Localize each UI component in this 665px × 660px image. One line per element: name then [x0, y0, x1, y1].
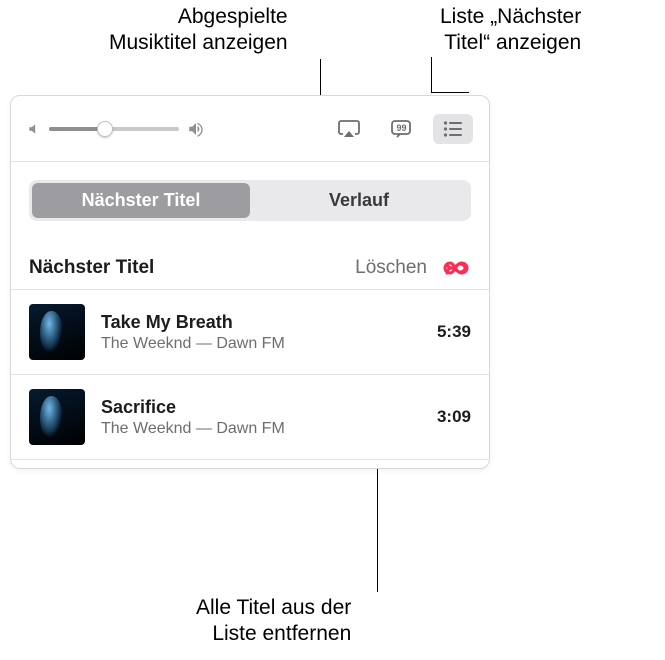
tab-history[interactable]: Verlauf: [250, 183, 468, 218]
leader-line: [431, 57, 432, 92]
volume-control[interactable]: [27, 120, 205, 138]
clear-button[interactable]: Löschen: [355, 257, 427, 279]
volume-high-icon: [187, 120, 205, 138]
callout-upnext-list: Liste „Nächster Titel“ anzeigen: [440, 4, 581, 57]
track-subtitle: The Weeknd — Dawn FM: [101, 420, 421, 438]
svg-text:99: 99: [397, 123, 407, 133]
volume-low-icon: [27, 122, 41, 136]
track-row[interactable]: Take My Breath The Weeknd — Dawn FM 5:39: [11, 290, 489, 375]
album-art: [29, 389, 85, 445]
leader-line: [431, 92, 469, 93]
track-duration: 5:39: [437, 322, 471, 342]
section-header: Nächster Titel Löschen: [11, 221, 489, 290]
track-row[interactable]: Sacrifice The Weeknd — Dawn FM 3:09: [11, 375, 489, 460]
segmented-control: Nächster Titel Verlauf: [29, 180, 471, 221]
callout-clear: Alle Titel aus der Liste entfernen: [196, 595, 351, 648]
volume-slider[interactable]: [49, 127, 179, 131]
toolbar: 99: [11, 96, 489, 161]
callout-history: Abgespielte Musiktitel anzeigen: [109, 4, 288, 57]
airplay-button[interactable]: [329, 114, 369, 144]
infinity-icon[interactable]: [441, 258, 471, 278]
upnext-list-button[interactable]: [433, 114, 473, 144]
track-title: Take My Breath: [101, 312, 421, 333]
playing-next-panel: 99 Nächster Titel Verlauf Nächster Titel…: [10, 95, 490, 469]
tab-upnext[interactable]: Nächster Titel: [32, 183, 250, 218]
lyrics-button[interactable]: 99: [381, 114, 421, 144]
album-art: [29, 304, 85, 360]
track-duration: 3:09: [437, 407, 471, 427]
section-title: Nächster Titel: [29, 257, 154, 279]
track-subtitle: The Weeknd — Dawn FM: [101, 335, 421, 353]
track-title: Sacrifice: [101, 397, 421, 418]
